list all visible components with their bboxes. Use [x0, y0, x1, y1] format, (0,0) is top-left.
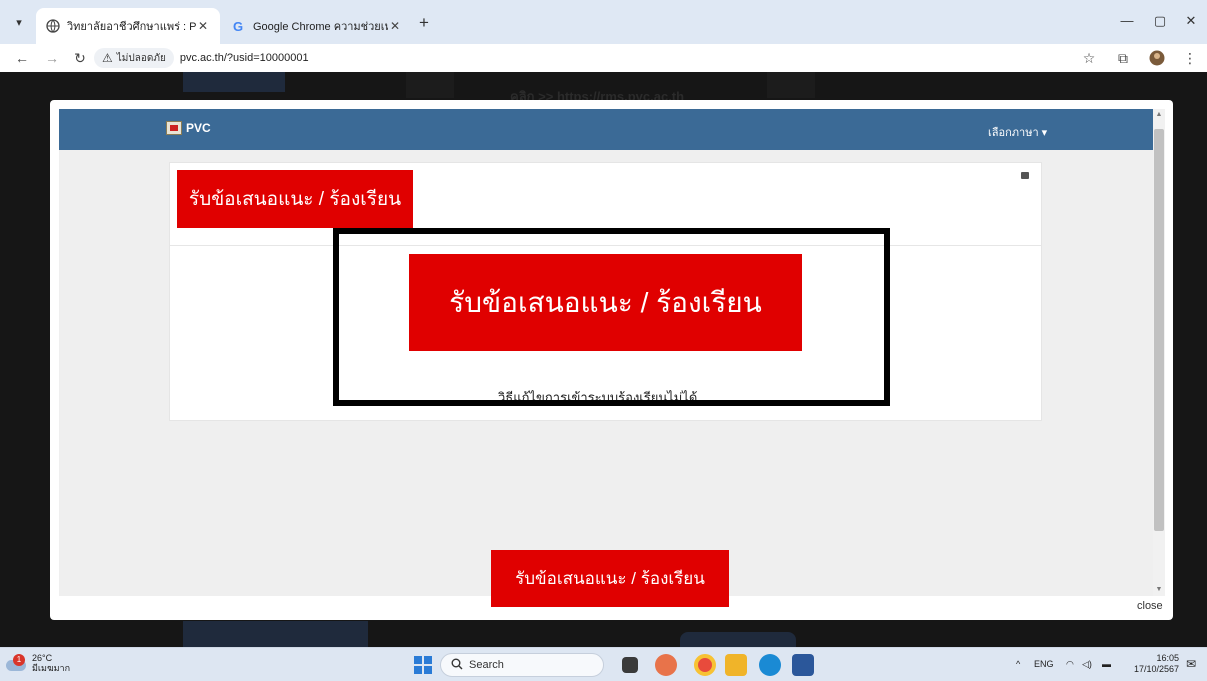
- battery-icon[interactable]: ▬: [1102, 659, 1111, 669]
- browser-tab-strip: ▾ วิทยาลัยอาชีวศึกษาแพร่ : PVC : วิทย ✕ …: [0, 0, 1207, 44]
- clock-date: 17/10/2567: [1134, 664, 1180, 674]
- chrome-icon[interactable]: [694, 654, 716, 676]
- collapse-icon[interactable]: [1021, 172, 1029, 179]
- close-window-icon[interactable]: ✕: [1178, 10, 1204, 32]
- brand[interactable]: PVC: [166, 121, 211, 135]
- modal-scrollbar[interactable]: ▲ ▼: [1153, 109, 1165, 596]
- scroll-thumb[interactable]: [1154, 129, 1164, 531]
- complaint-modal: PVC เลือกภาษา ▾ รับข้อเสนอแนะ / ร้องเรีย…: [50, 100, 1173, 620]
- language-indicator[interactable]: ENG: [1034, 659, 1054, 669]
- pvc-logo: [166, 121, 182, 135]
- windows-taskbar: 1 26°C มีเมฆมาก Search ^ ENG ◠ ◁) ▬ 16:0…: [0, 647, 1207, 681]
- url-text: pvc.ac.th/?usid=10000001: [179, 52, 309, 64]
- task-view-icon[interactable]: [622, 657, 638, 673]
- cloud-icon: 1: [6, 654, 28, 672]
- close-button[interactable]: close: [1137, 600, 1163, 612]
- clock-time: 16:05: [1156, 653, 1180, 663]
- file-explorer-icon[interactable]: [725, 654, 747, 676]
- search-placeholder: Search: [469, 659, 504, 671]
- copilot-icon[interactable]: [655, 654, 677, 676]
- background-banner: [767, 72, 815, 98]
- windows-start-icon[interactable]: [414, 656, 432, 674]
- help-link[interactable]: วิธีแก้ไขการเข้าระบบร้องเรียนไม่ได้: [498, 387, 697, 408]
- taskbar-search[interactable]: Search: [440, 653, 604, 677]
- back-icon[interactable]: ←: [12, 48, 32, 68]
- volume-icon[interactable]: ◁): [1082, 659, 1092, 670]
- reload-icon[interactable]: ↻: [70, 48, 90, 68]
- svg-text:G: G: [233, 19, 243, 33]
- language-dropdown[interactable]: เลือกภาษา ▾: [988, 123, 1047, 141]
- extensions-icon[interactable]: ⧉: [1113, 48, 1133, 68]
- forward-icon[interactable]: →: [42, 48, 62, 68]
- site-navbar: PVC เลือกภาษา ▾: [59, 109, 1153, 150]
- weather-widget[interactable]: 1 26°C มีเมฆมาก: [6, 653, 70, 673]
- brand-label: PVC: [186, 121, 211, 135]
- security-chip[interactable]: ⚠ ไม่ปลอดภัย: [94, 48, 174, 68]
- system-clock[interactable]: 16:05 17/10/2567: [1134, 653, 1179, 675]
- search-icon: [451, 658, 463, 673]
- complaint-button-top[interactable]: รับข้อเสนอแนะ / ร้องเรียน: [177, 170, 413, 228]
- background-banner: [680, 632, 796, 647]
- complaint-button-main[interactable]: รับข้อเสนอแนะ / ร้องเรียน: [409, 254, 802, 351]
- notification-badge: 1: [13, 654, 25, 666]
- edge-icon[interactable]: [759, 654, 781, 676]
- panel-divider: [170, 245, 1041, 246]
- tab-label: Google Chrome ความช่วยเหลือ: [253, 21, 388, 33]
- google-icon: G: [232, 19, 246, 33]
- background-banner: [183, 72, 285, 92]
- profile-avatar[interactable]: [1147, 48, 1167, 68]
- tab-chrome-help[interactable]: G Google Chrome ความช่วยเหลือ ✕: [222, 8, 412, 44]
- wifi-icon[interactable]: ◠: [1066, 659, 1074, 670]
- tab-label: วิทยาลัยอาชีวศึกษาแพร่ : PVC : วิทย: [67, 21, 196, 33]
- minimize-icon[interactable]: —: [1114, 10, 1140, 32]
- scroll-down-icon[interactable]: ▼: [1153, 584, 1165, 596]
- restore-icon[interactable]: ▢: [1147, 10, 1173, 32]
- tab-pvc[interactable]: วิทยาลัยอาชีวศึกษาแพร่ : PVC : วิทย ✕: [36, 8, 220, 44]
- background-banner: [406, 72, 454, 98]
- tray-overflow-icon[interactable]: ^: [1016, 659, 1020, 669]
- security-label: ไม่ปลอดภัย: [116, 52, 166, 64]
- complaint-button-bottom[interactable]: รับข้อเสนอแนะ / ร้องเรียน: [491, 550, 729, 607]
- browser-toolbar: ← → ↻ ⚠ ไม่ปลอดภัย pvc.ac.th/?usid=10000…: [0, 44, 1207, 72]
- word-icon[interactable]: [792, 654, 814, 676]
- weather-desc: มีเมฆมาก: [32, 663, 71, 673]
- close-icon[interactable]: ✕: [388, 19, 402, 33]
- tab-search-button[interactable]: ▾: [10, 14, 28, 32]
- close-icon[interactable]: ✕: [196, 19, 210, 33]
- globe-icon: [46, 19, 60, 33]
- menu-kebab-icon[interactable]: ⋮: [1180, 48, 1200, 68]
- bookmark-star-icon[interactable]: ☆: [1079, 48, 1099, 68]
- weather-temp: 26°C: [32, 653, 53, 663]
- new-tab-button[interactable]: +: [414, 14, 434, 34]
- notification-bell-icon[interactable]: ✉: [1186, 657, 1196, 671]
- scroll-up-icon[interactable]: ▲: [1153, 109, 1165, 121]
- warning-icon: ⚠: [102, 51, 113, 65]
- address-bar[interactable]: ⚠ ไม่ปลอดภัย pvc.ac.th/?usid=10000001: [94, 46, 1069, 70]
- background-banner: [183, 621, 368, 647]
